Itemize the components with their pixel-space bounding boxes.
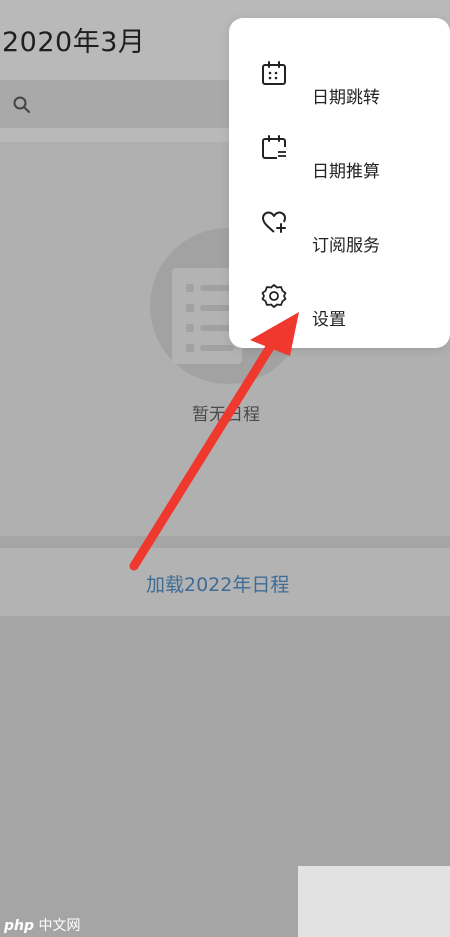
menu-item-date-calc[interactable]: 日期推算	[229, 112, 450, 184]
watermark-pattern	[298, 866, 450, 937]
menu-item-label: 日期推算	[312, 162, 380, 182]
heart-plus-icon	[262, 211, 286, 233]
menu-item-date-jump[interactable]: 日期跳转	[229, 38, 450, 110]
calendar-app: 2020年3月 暂无日程 加载2022年日程 日期跳转 日期推算 订阅服务 设置…	[0, 0, 450, 937]
empty-state-text: 暂无日程	[192, 405, 260, 425]
calendar-jump-icon	[262, 61, 286, 85]
menu-item-label: 日期跳转	[312, 88, 380, 108]
search-bar[interactable]	[0, 80, 262, 128]
calendar-calc-icon	[262, 135, 286, 159]
menu-item-settings[interactable]: 设置	[229, 260, 450, 332]
menu-item-label: 设置	[312, 310, 346, 330]
menu-item-label: 订阅服务	[312, 236, 380, 256]
load-more-link[interactable]: 加载2022年日程	[146, 570, 289, 597]
search-icon	[13, 96, 30, 113]
gear-icon	[261, 284, 287, 308]
month-title[interactable]: 2020年3月	[2, 20, 145, 59]
watermark-site-text: 中文网	[38, 918, 81, 934]
overflow-menu: 日期跳转 日期推算 订阅服务 设置	[229, 18, 450, 348]
menu-item-subscription[interactable]: 订阅服务	[229, 186, 450, 258]
watermark-php-text: php	[4, 918, 35, 934]
watermark-logo: php 中文网	[4, 915, 80, 935]
